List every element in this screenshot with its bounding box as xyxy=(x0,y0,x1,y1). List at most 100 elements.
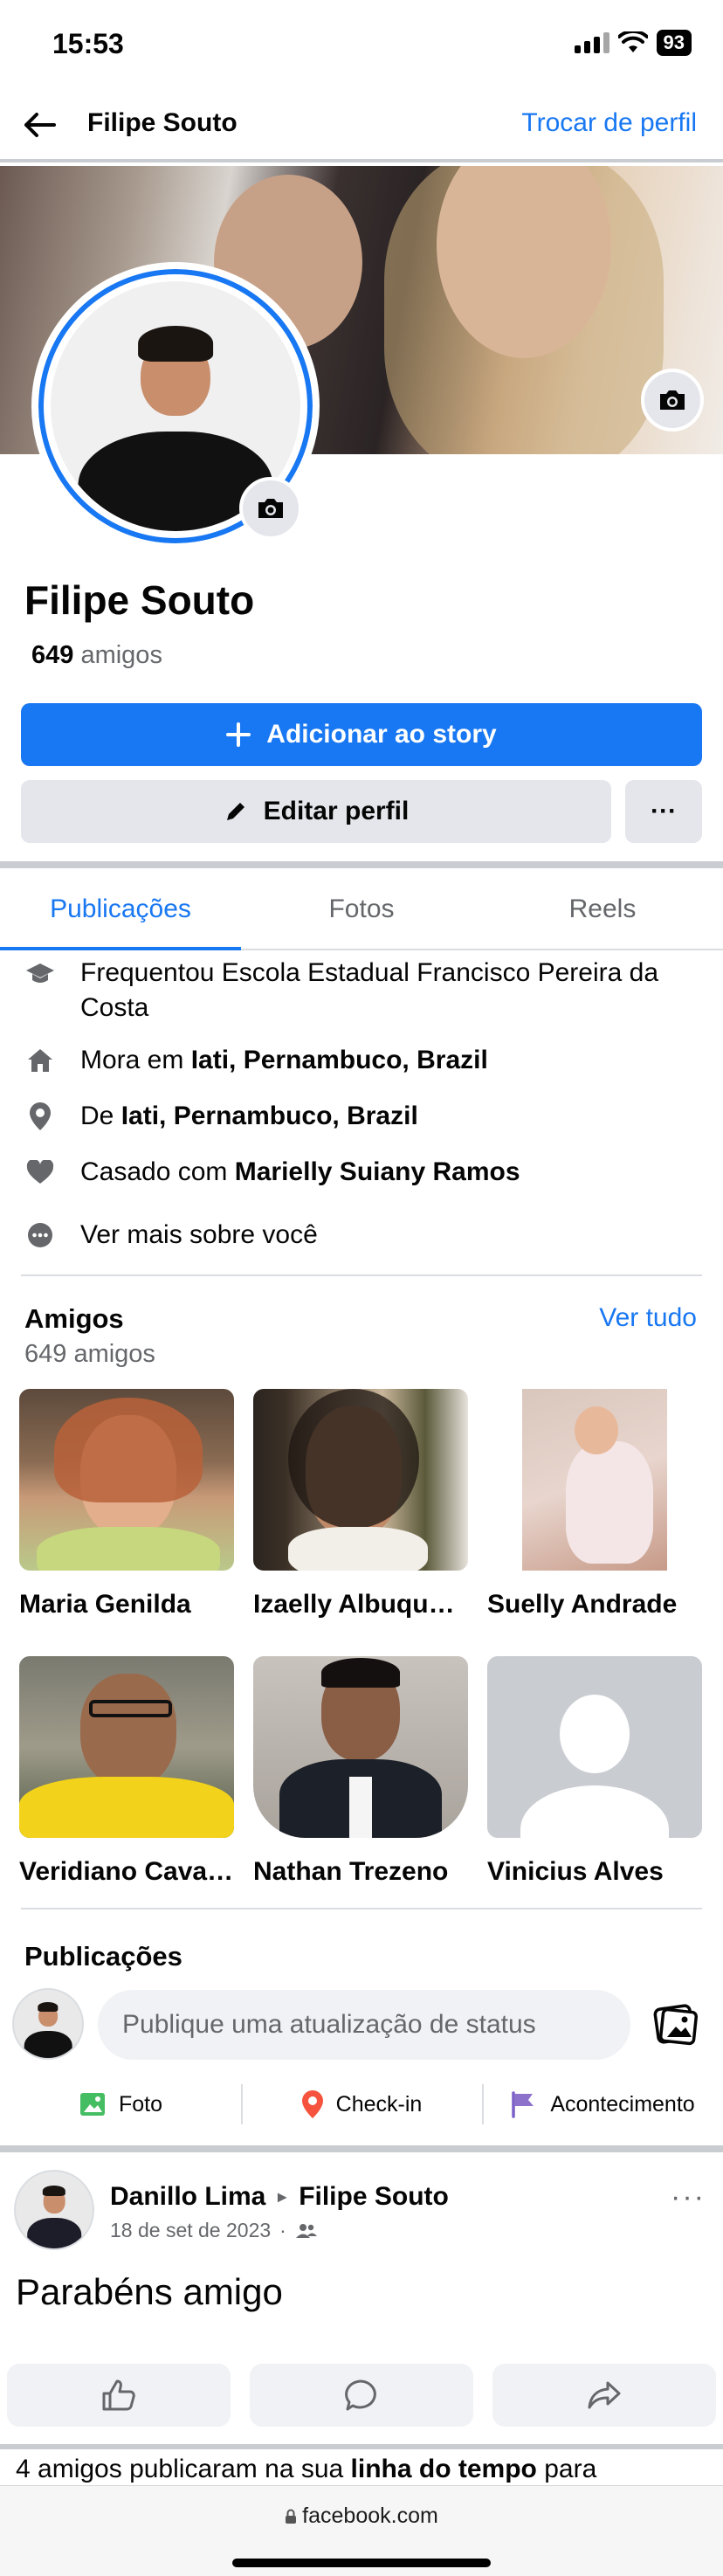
plus-icon xyxy=(226,722,251,747)
detail-from: De Iati, Pernambuco, Brazil xyxy=(24,1099,697,1134)
edit-profile-label: Editar perfil xyxy=(263,797,410,825)
divider xyxy=(21,1274,702,1276)
friends-number: 649 xyxy=(31,641,74,669)
flag-icon xyxy=(512,2091,534,2118)
switch-profile-link[interactable]: Trocar de perfil xyxy=(521,108,697,138)
profile-tabs: Publicações Fotos Reels xyxy=(0,870,723,950)
post-text: Parabéns amigo xyxy=(16,2271,283,2312)
post-author[interactable]: Danillo Lima xyxy=(110,2182,265,2212)
tab-publicacoes[interactable]: Publicações xyxy=(0,870,241,950)
friend-name: Maria Genilda xyxy=(19,1590,191,1619)
back-arrow-icon xyxy=(24,113,56,137)
photo-album-icon xyxy=(653,2004,699,2046)
checkin-action-button[interactable]: Check-in xyxy=(241,2079,482,2130)
friend-photo xyxy=(253,1389,468,1571)
camera-icon xyxy=(660,390,685,410)
post-more-button[interactable]: ··· xyxy=(671,2180,706,2214)
friend-name: Suelly Andrade xyxy=(487,1590,678,1619)
friend-photo xyxy=(487,1389,702,1571)
pencil-icon xyxy=(226,803,244,820)
friend-card[interactable]: Nathan Trezeno xyxy=(253,1656,468,1887)
married-prefix: Casado com xyxy=(80,1157,235,1186)
friend-card[interactable]: Suelly Andrade xyxy=(487,1389,702,1619)
header-title: Filipe Souto xyxy=(87,108,238,137)
posts-title: Publicações xyxy=(24,1941,182,1972)
friend-photo xyxy=(19,1656,234,1838)
section-separator xyxy=(0,2444,723,2449)
friend-card[interactable]: Izaelly Albuquerque xyxy=(253,1389,468,1619)
married-name[interactable]: Marielly Suiany Ramos xyxy=(235,1157,520,1186)
more-options-button[interactable]: ··· xyxy=(625,780,702,843)
heart-icon xyxy=(24,1155,56,1190)
friend-name: Veridiano Cavalcante xyxy=(19,1857,234,1886)
edit-profile-button[interactable]: Editar perfil xyxy=(21,780,611,843)
friend-name: Vinicius Alves xyxy=(487,1857,664,1886)
camera-icon xyxy=(258,499,283,518)
see-all-friends-link[interactable]: Ver tudo xyxy=(599,1303,697,1333)
from-place[interactable]: Iati, Pernambuco, Brazil xyxy=(121,1102,418,1130)
detail-relationship: Casado com Marielly Suiany Ramos xyxy=(24,1155,697,1190)
home-icon xyxy=(24,1043,56,1078)
detail-lives-in: Mora em Iati, Pernambuco, Brazil xyxy=(24,1043,697,1078)
divider xyxy=(21,1908,702,1910)
lock-icon xyxy=(286,2509,297,2524)
tab-reels[interactable]: Reels xyxy=(482,870,723,949)
share-arrow-icon xyxy=(588,2381,621,2409)
detail-education: Frequentou Escola Estadual Francisco Per… xyxy=(24,956,697,1026)
wifi-icon xyxy=(617,31,648,52)
composer-avatar[interactable] xyxy=(12,1988,84,2060)
checkin-action-label: Check-in xyxy=(335,2091,423,2117)
photo-action-button[interactable]: Foto xyxy=(0,2079,241,2130)
post-author-avatar[interactable] xyxy=(14,2170,94,2250)
friend-card[interactable]: Maria Genilda xyxy=(19,1389,234,1619)
lives-prefix: Mora em xyxy=(80,1046,191,1074)
status-icons: 93 xyxy=(574,30,692,56)
see-more-about-you[interactable]: Ver mais sobre você xyxy=(24,1218,697,1253)
friend-card[interactable]: Veridiano Cavalcante xyxy=(19,1656,234,1887)
profile-picture-camera-button[interactable] xyxy=(239,477,302,540)
url-text: facebook.com xyxy=(302,2503,438,2528)
status-time: 15:53 xyxy=(52,28,124,59)
location-pin-icon xyxy=(24,1099,56,1134)
profile-header: Filipe Souto Trocar de perfil xyxy=(0,87,723,162)
add-photo-button[interactable] xyxy=(650,2000,700,2048)
tab-fotos[interactable]: Fotos xyxy=(241,870,482,949)
home-indicator[interactable] xyxy=(232,2559,491,2567)
add-to-story-label: Adicionar ao story xyxy=(266,720,497,749)
url-display[interactable]: facebook.com xyxy=(0,2503,723,2529)
like-button[interactable] xyxy=(7,2364,231,2427)
profile-friends-count[interactable]: 649 amigos xyxy=(31,641,162,670)
location-pin-icon xyxy=(301,2090,323,2118)
share-button[interactable] xyxy=(492,2364,716,2427)
friend-name: Izaelly Albuquerque xyxy=(253,1590,468,1619)
more-circle-icon xyxy=(24,1218,56,1253)
profile-name: Filipe Souto xyxy=(24,577,255,623)
life-event-action-button[interactable]: Acontecimento xyxy=(482,2079,723,2130)
lives-place[interactable]: Iati, Pernambuco, Brazil xyxy=(191,1046,488,1074)
add-to-story-button[interactable]: Adicionar ao story xyxy=(21,703,702,766)
browser-address-bar[interactable]: facebook.com xyxy=(0,2485,723,2576)
graduation-cap-icon xyxy=(24,956,56,991)
status-bar: 15:53 93 xyxy=(0,0,723,87)
composer-actions: Foto Check-in Acontecimento xyxy=(0,2079,723,2130)
status-composer-input[interactable]: Publique uma atualização de status xyxy=(98,1990,630,2060)
notice-bold: linha do tempo xyxy=(350,2455,537,2483)
photo-icon xyxy=(79,2093,105,2116)
timeline-notice: 4 amigos publicaram na sua linha do temp… xyxy=(16,2455,714,2484)
back-button[interactable] xyxy=(17,103,61,147)
from-prefix: De xyxy=(80,1102,121,1130)
meta-separator: · xyxy=(279,2219,286,2241)
cover-camera-button[interactable] xyxy=(641,369,704,432)
thumbs-up-icon xyxy=(102,2379,135,2411)
friend-name: Nathan Trezeno xyxy=(253,1857,449,1886)
comment-button[interactable] xyxy=(250,2364,473,2427)
friend-photo-placeholder xyxy=(487,1656,702,1838)
comment-bubble-icon xyxy=(345,2379,376,2411)
post-target[interactable]: Filipe Souto xyxy=(299,2182,449,2212)
friend-photo xyxy=(19,1389,234,1571)
friend-card[interactable]: Vinicius Alves xyxy=(487,1656,702,1887)
post-date[interactable]: 18 de set de 2023 xyxy=(110,2219,271,2242)
friend-photo xyxy=(253,1656,468,1838)
post-meta: 18 de set de 2023 · xyxy=(110,2219,318,2242)
post-header: Danillo Lima ► Filipe Souto xyxy=(110,2182,449,2212)
